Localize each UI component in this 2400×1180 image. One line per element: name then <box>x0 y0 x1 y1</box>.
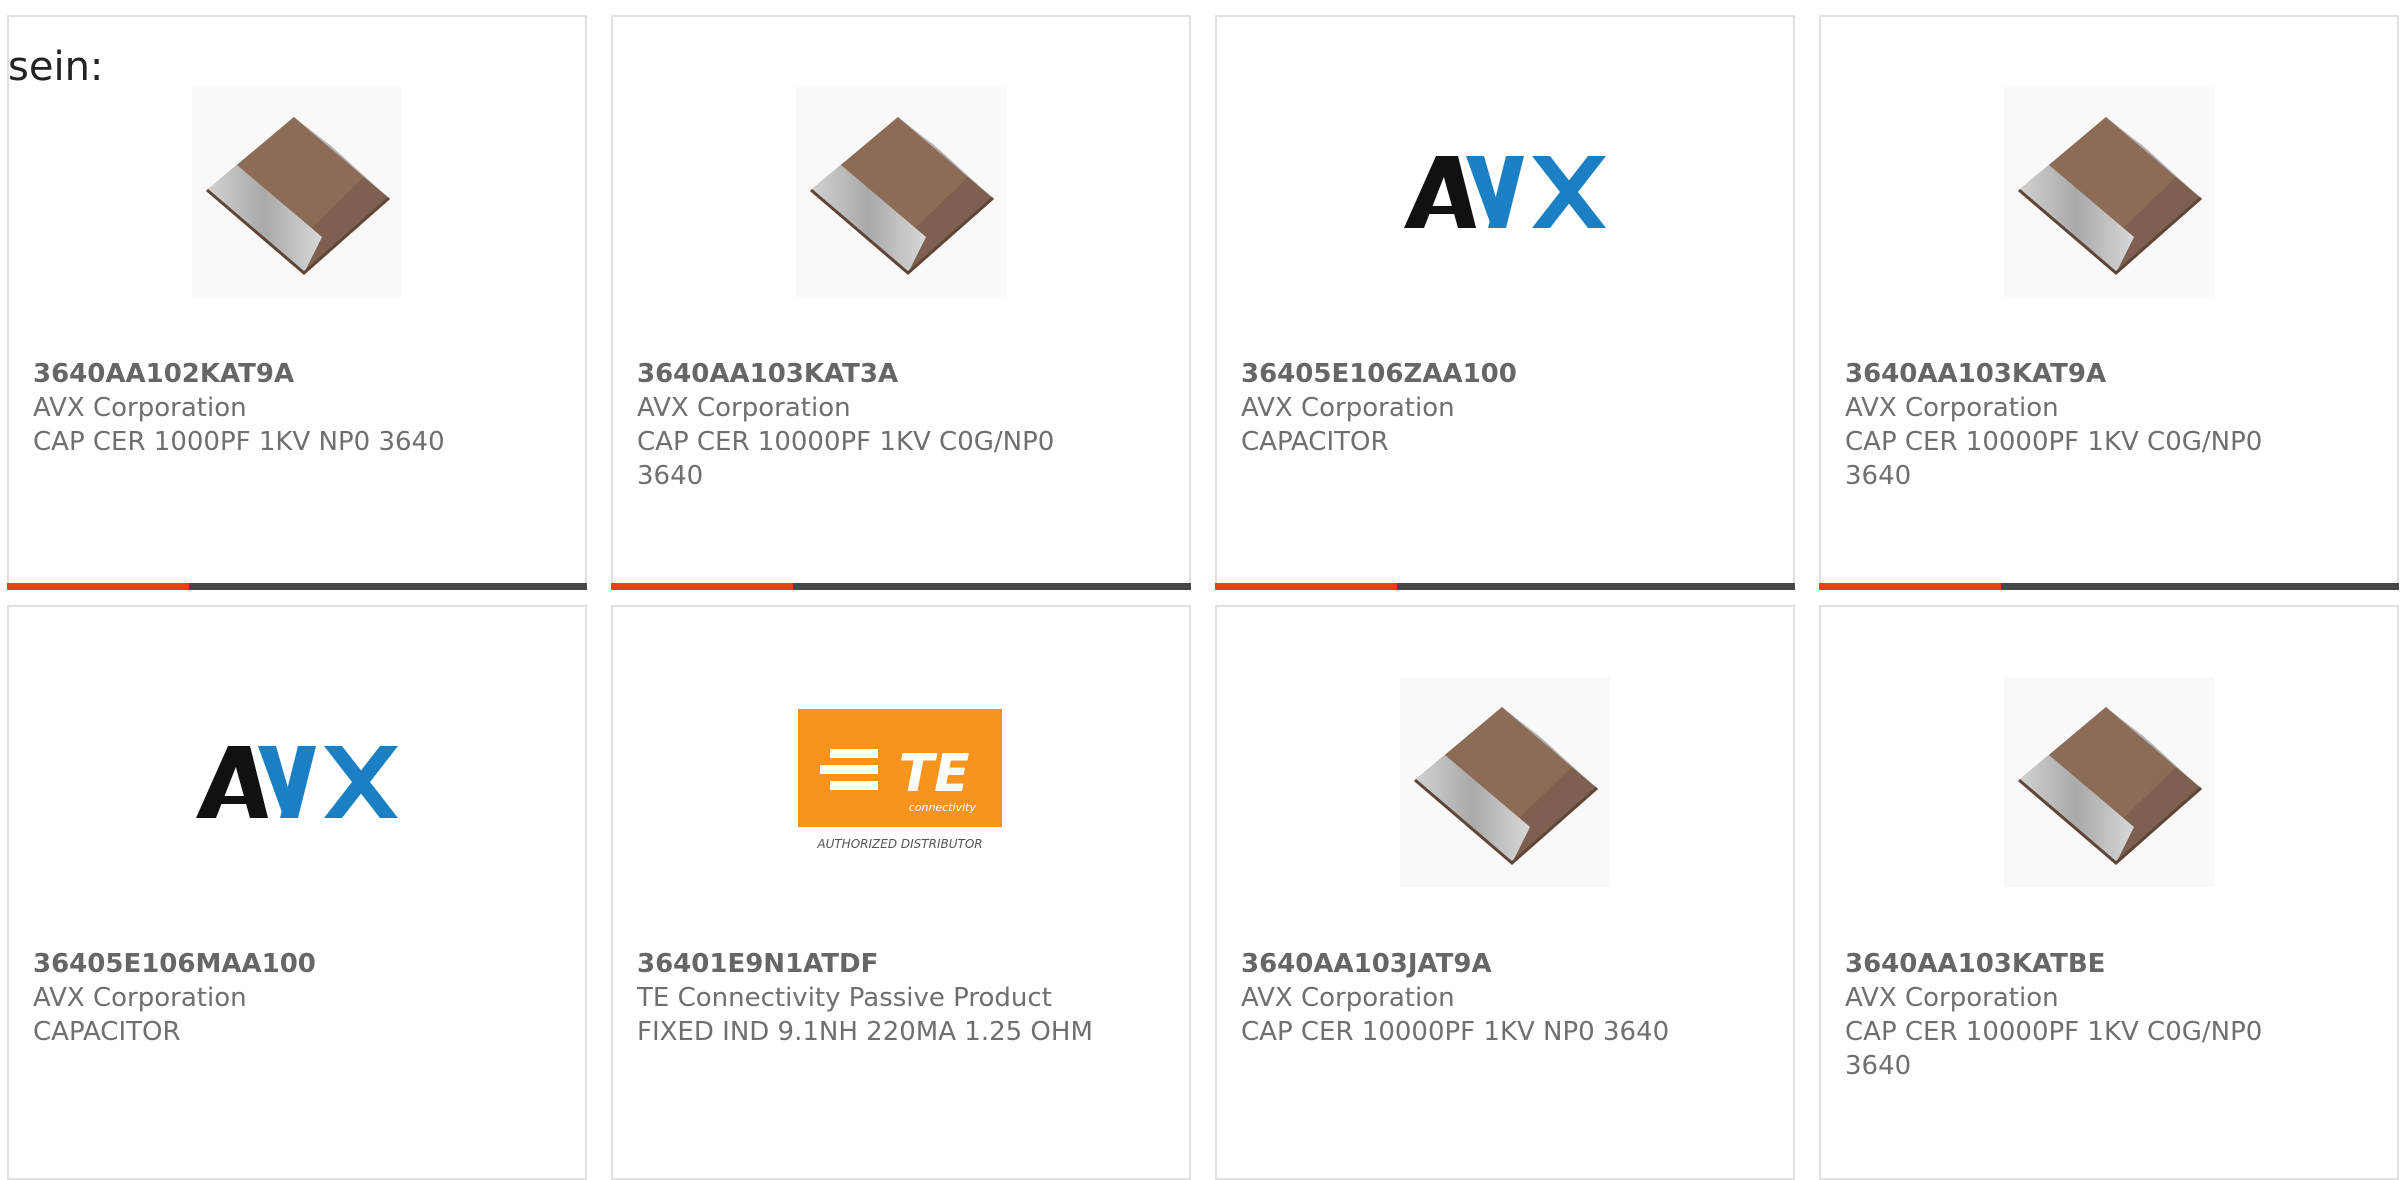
product-info: 36405E106MAA100 AVX Corporation CAPACITOR <box>33 947 493 1049</box>
te-connectivity-logo-icon: TE connectivity AUTHORIZED DISTRIBUTOR <box>798 709 1002 851</box>
card-bottom-bar-accent <box>611 583 793 590</box>
manufacturer: AVX Corporation <box>1241 983 1455 1013</box>
description: CAP CER 1000PF 1KV NP0 3640 <box>33 427 445 457</box>
card-bottom-bar <box>1215 583 1795 590</box>
avx-logo-icon <box>196 746 398 818</box>
svg-text:connectivity: connectivity <box>909 801 977 814</box>
product-info: 3640AA103JAT9A AVX Corporation CAP CER 100… <box>1241 947 1701 1049</box>
manufacturer: AVX Corporation <box>1845 393 2059 423</box>
manufacturer: TE Connectivity Passive Product <box>637 983 1052 1013</box>
product-grid: 3640AA102KAT9A AVX Corporation CAP CER 100… <box>7 15 2400 1180</box>
product-card[interactable]: 36405E106ZAA100 AVX Corporation CAPACITOR <box>1215 15 1795 590</box>
card-bottom-bar <box>611 583 1191 590</box>
capacitor-chip-icon <box>192 87 402 297</box>
product-card[interactable]: 3640AA103KATBE AVX Corporation CAP CER 100… <box>1819 605 2399 1180</box>
manufacturer: AVX Corporation <box>1845 983 2059 1013</box>
capacitor-chip-icon <box>1400 677 1610 887</box>
product-card[interactable]: 36405E106MAA100 AVX Corporation CAPACITOR <box>7 605 587 1180</box>
product-card[interactable]: 3640AA103KAT3A AVX Corporation CAP CER 100… <box>611 15 1191 590</box>
capacitor-chip-icon <box>796 87 1006 297</box>
product-card[interactable]: 3640AA103KAT9A AVX Corporation CAP CER 100… <box>1819 15 2399 590</box>
part-number[interactable]: 36405E106ZAA100 <box>1241 357 1701 391</box>
description: CAP CER 10000PF 1KV C0G/NP0 3640 <box>1845 1017 2263 1081</box>
description: FIXED IND 9.1NH 220MA 1.25 OHM <box>637 1017 1093 1047</box>
capacitor-chip-icon <box>2004 677 2214 887</box>
part-number[interactable]: 3640AA102KAT9A <box>33 357 493 391</box>
card-bottom-bar-accent <box>7 583 189 590</box>
product-info: 36405E106ZAA100 AVX Corporation CAPACITOR <box>1241 357 1701 459</box>
product-image-capacitor[interactable] <box>2004 677 2214 887</box>
description: CAP CER 10000PF 1KV C0G/NP0 3640 <box>637 427 1055 491</box>
product-info: 3640AA102KAT9A AVX Corporation CAP CER 100… <box>33 357 493 459</box>
part-number[interactable]: 3640AA103KAT9A <box>1845 357 2305 391</box>
manufacturer: AVX Corporation <box>33 393 247 423</box>
intro-text: sein: <box>8 44 104 90</box>
product-card[interactable]: 3640AA103JAT9A AVX Corporation CAP CER 100… <box>1215 605 1795 1180</box>
description: CAPACITOR <box>33 1017 181 1047</box>
avx-logo-icon <box>1404 156 1606 228</box>
product-card[interactable]: TE connectivity AUTHORIZED DISTRIBUTOR 3… <box>611 605 1191 1180</box>
product-info: 3640AA103KAT3A AVX Corporation CAP CER 100… <box>637 357 1097 493</box>
product-info: 3640AA103KAT9A AVX Corporation CAP CER 100… <box>1845 357 2305 493</box>
part-number[interactable]: 3640AA103KATBE <box>1845 947 2305 981</box>
product-image-capacitor[interactable] <box>796 87 1006 297</box>
product-image-capacitor[interactable] <box>1400 677 1610 887</box>
description: CAPACITOR <box>1241 427 1389 457</box>
manufacturer: AVX Corporation <box>1241 393 1455 423</box>
product-image-avx-logo[interactable] <box>192 677 402 887</box>
part-number[interactable]: 36401E9N1ATDF <box>637 947 1097 981</box>
manufacturer: AVX Corporation <box>637 393 851 423</box>
description: CAP CER 10000PF 1KV NP0 3640 <box>1241 1017 1670 1047</box>
description: CAP CER 10000PF 1KV C0G/NP0 3640 <box>1845 427 2263 491</box>
product-image-capacitor[interactable] <box>192 87 402 297</box>
card-bottom-bar <box>1819 583 2399 590</box>
card-bottom-bar-accent <box>1819 583 2001 590</box>
product-info: 3640AA103KATBE AVX Corporation CAP CER 100… <box>1845 947 2305 1083</box>
svg-text:TE: TE <box>899 744 970 804</box>
card-bottom-bar-accent <box>1215 583 1397 590</box>
part-number[interactable]: 36405E106MAA100 <box>33 947 493 981</box>
part-number[interactable]: 3640AA103JAT9A <box>1241 947 1701 981</box>
card-bottom-bar <box>7 583 587 590</box>
product-image-avx-logo[interactable] <box>1400 87 1610 297</box>
capacitor-chip-icon <box>2004 87 2214 297</box>
product-info: 36401E9N1ATDF TE Connectivity Passive Pro… <box>637 947 1097 1049</box>
svg-text:AUTHORIZED DISTRIBUTOR: AUTHORIZED DISTRIBUTOR <box>816 837 982 851</box>
part-number[interactable]: 3640AA103KAT3A <box>637 357 1097 391</box>
product-card[interactable]: 3640AA102KAT9A AVX Corporation CAP CER 100… <box>7 15 587 590</box>
product-image-capacitor[interactable] <box>2004 87 2214 297</box>
product-image-te-logo[interactable]: TE connectivity AUTHORIZED DISTRIBUTOR <box>796 677 1006 887</box>
manufacturer: AVX Corporation <box>33 983 247 1013</box>
